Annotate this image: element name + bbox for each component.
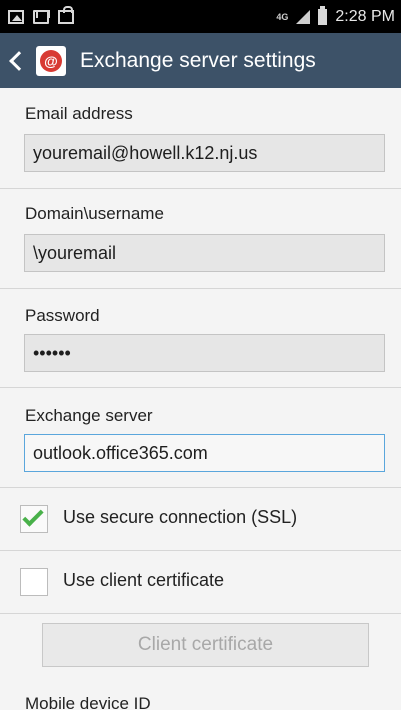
network-type: 4G: [276, 11, 289, 22]
chevron-left-icon[interactable]: [9, 50, 29, 71]
at-sign-icon: @: [40, 49, 62, 72]
ssl-label: Use secure connection (SSL): [63, 507, 298, 527]
client-certificate-button[interactable]: Client certificate: [42, 623, 369, 667]
mobile-device-id-label: Mobile device ID: [25, 694, 151, 710]
exchange-server-label: Exchange server: [25, 406, 153, 425]
bag-icon: [58, 5, 74, 24]
email-app-icon[interactable]: @: [36, 45, 66, 76]
divider: [0, 288, 401, 289]
domain-username-field[interactable]: \youremail: [24, 234, 385, 272]
ssl-row[interactable]: Use secure connection (SSL): [0, 488, 401, 550]
email-field[interactable]: youremail@howell.k12.nj.us: [24, 134, 385, 172]
client-certificate-label: Use client certificate: [63, 570, 225, 590]
status-time: 2:28 PM: [335, 7, 395, 25]
divider: [0, 188, 401, 189]
gallery-icon: [8, 9, 24, 24]
password-field[interactable]: ••••••: [24, 334, 385, 372]
divider: [0, 613, 401, 614]
divider: [0, 387, 401, 388]
signal-icon: [296, 9, 311, 24]
page-title: Exchange server settings: [80, 48, 316, 72]
status-notifications: [8, 5, 74, 24]
status-system: 4G 2:28 PM: [276, 5, 395, 26]
settings-form: Email address youremail@howell.k12.nj.us…: [0, 88, 401, 710]
client-certificate-row[interactable]: Use client certificate: [0, 551, 401, 613]
status-bar: 4G 2:28 PM: [0, 0, 401, 33]
exchange-server-field[interactable]: outlook.office365.com: [24, 434, 385, 472]
email-label: Email address: [25, 104, 133, 123]
screen: 4G 2:28 PM @ Exchange server settings Em…: [0, 0, 401, 710]
checkmark-icon: [22, 505, 44, 527]
ssl-checkbox[interactable]: [20, 505, 48, 533]
client-certificate-checkbox[interactable]: [20, 568, 48, 596]
domain-username-label: Domain\username: [25, 204, 164, 223]
action-bar: @ Exchange server settings: [0, 33, 401, 88]
password-label: Password: [25, 306, 100, 325]
battery-icon: [318, 5, 328, 25]
mail-icon: [33, 9, 49, 24]
